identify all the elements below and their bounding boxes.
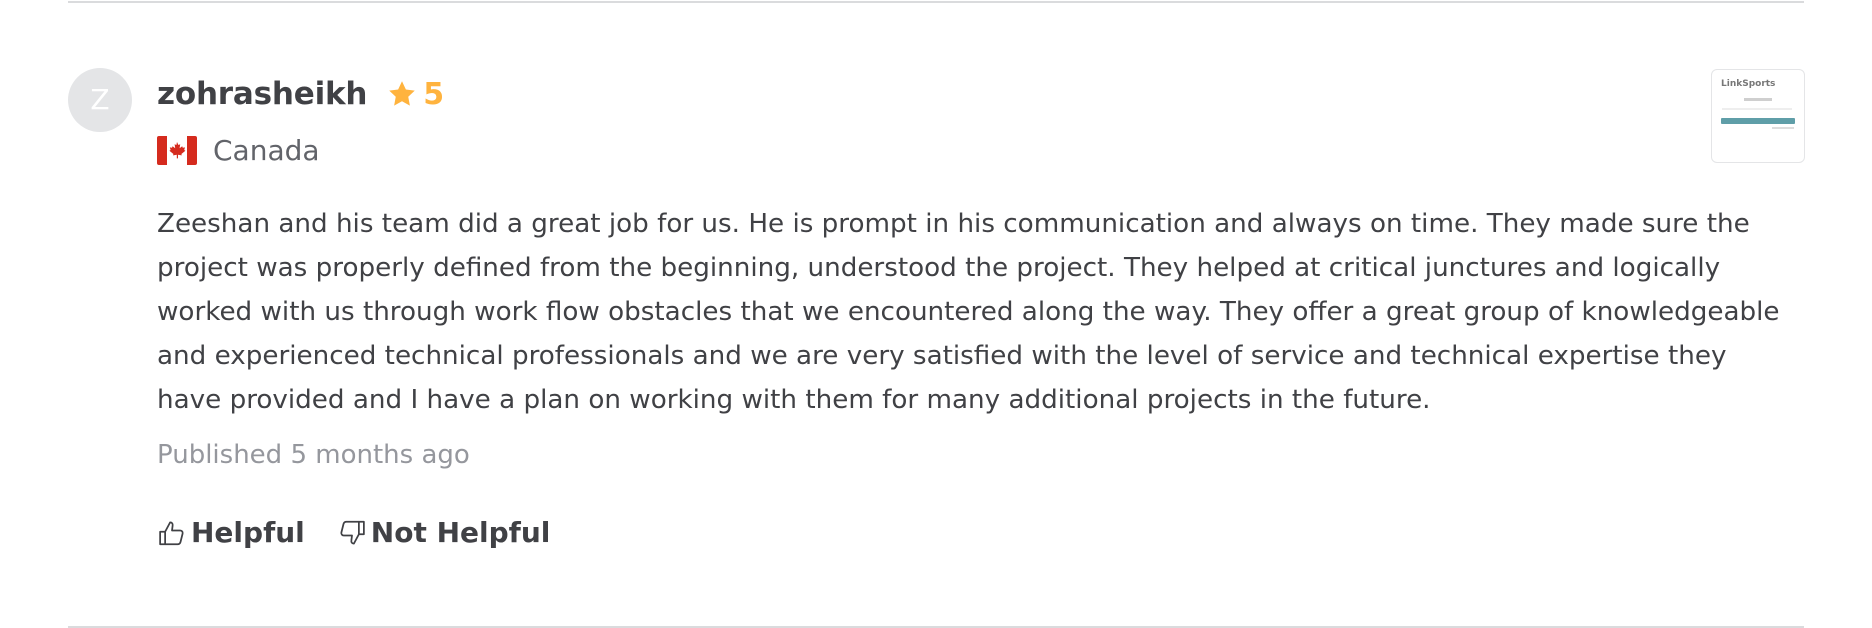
username: zohrasheikh: [157, 76, 368, 112]
review-header: zohrasheikh 5: [157, 76, 444, 112]
thumbnail-footer-line: [1772, 127, 1794, 129]
country-name: Canada: [213, 134, 320, 167]
thumbnail-input-line: [1722, 108, 1792, 110]
thumbnail-subtitle-line: [1744, 98, 1772, 101]
country-row: Canada: [157, 134, 320, 167]
avatar: Z: [68, 68, 132, 132]
not-helpful-label: Not Helpful: [370, 516, 551, 549]
review-card: Z zohrasheikh 5 Canada LinkSports Zeesha…: [0, 0, 1872, 628]
not-helpful-button[interactable]: Not Helpful: [337, 516, 551, 549]
helpful-label: Helpful: [191, 516, 305, 549]
thumbs-down-icon: [340, 520, 365, 544]
thumbs-up-icon: [159, 521, 184, 545]
thumbnail-button-bar: [1721, 118, 1795, 124]
thumbnail-logo-text: LinkSports: [1721, 79, 1776, 89]
attachment-thumbnail[interactable]: LinkSports: [1711, 69, 1805, 163]
top-divider: [68, 1, 1804, 3]
rating: 5: [387, 77, 444, 112]
helpful-button[interactable]: Helpful: [157, 516, 305, 549]
published-date: Published 5 months ago: [157, 440, 470, 470]
review-text: Zeeshan and his team did a great job for…: [157, 209, 1780, 415]
review-actions: Helpful Not Helpful: [157, 516, 550, 549]
canada-flag-icon: [157, 136, 197, 165]
rating-value: 5: [423, 76, 445, 112]
star-icon: [389, 81, 416, 106]
